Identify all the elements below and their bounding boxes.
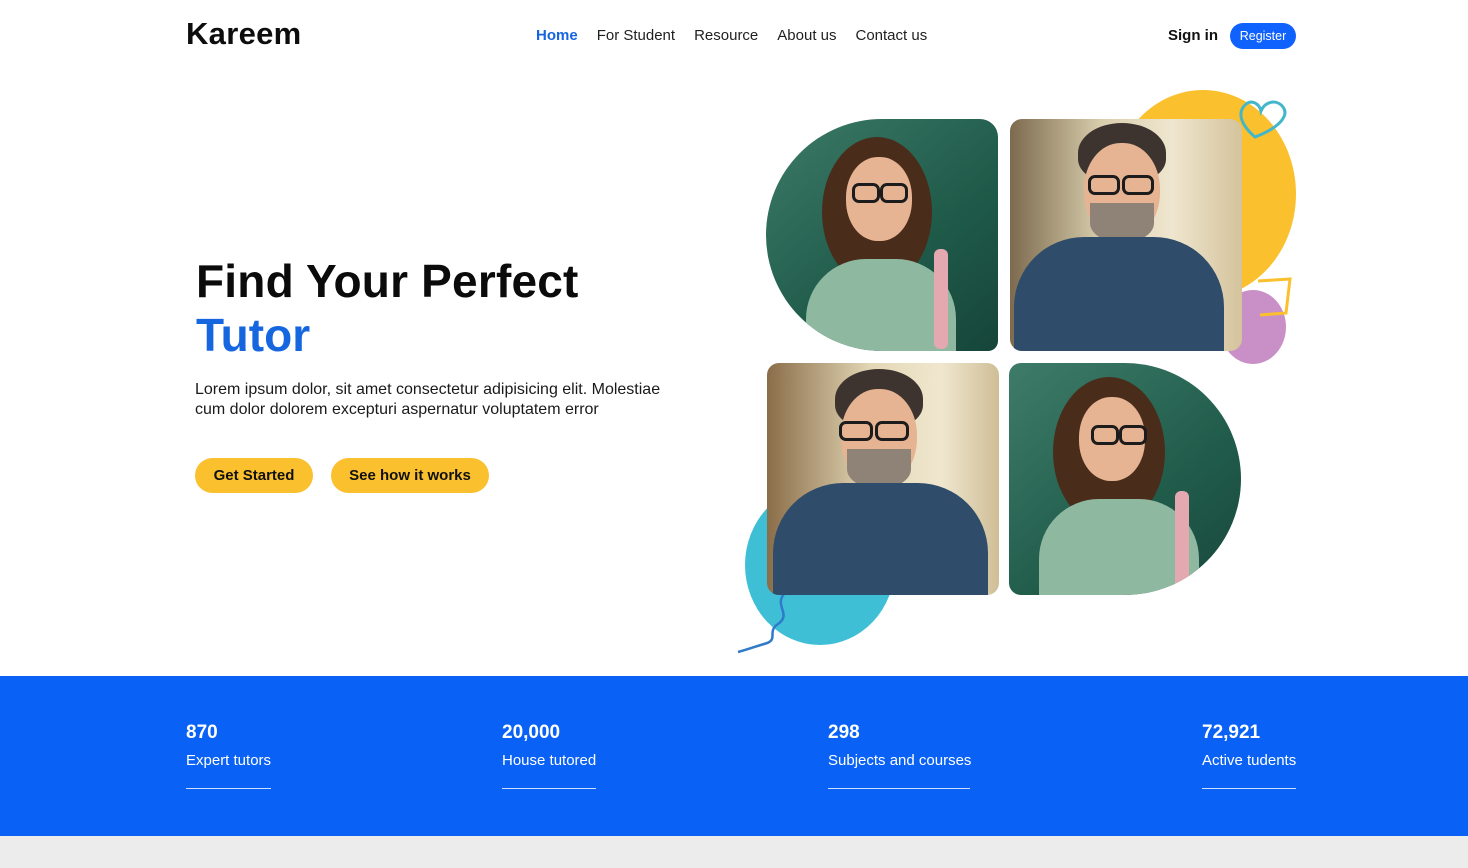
stat-value: 72,921 [1202,722,1261,743]
hero-title-line2: Tutor [196,309,311,361]
nav-home[interactable]: Home [536,26,578,46]
stat-label: Subjects and courses [828,752,972,769]
stats-band: 870 Expert tutors 20,000 House tutored 2… [0,676,1468,836]
stat-underline [186,788,271,789]
nav-resource[interactable]: Resource [694,26,758,46]
tutor-photo-woman-2 [1009,363,1241,595]
stat-underline [502,788,596,789]
nav-about-us[interactable]: About us [777,26,836,46]
see-how-it-works-button[interactable]: See how it works [331,458,489,493]
heart-doodle-icon [1239,100,1287,139]
stat-value: 870 [186,722,218,743]
register-button[interactable]: Register [1230,23,1296,49]
brand-logo[interactable]: Kareem [186,16,302,52]
hero-description: Lorem ipsum dolor, sit amet consectetur … [195,381,661,418]
stat-value: 298 [828,722,860,743]
stat-underline [828,788,970,789]
squiggle-doodle-icon [737,593,786,654]
stat-label: Expert tutors [186,752,272,769]
tutor-photo-man-2 [767,363,999,595]
stat-underline [1202,788,1296,789]
nav-for-student[interactable]: For Student [597,26,675,46]
tutor-photo-man-1 [1010,119,1242,351]
stat-label: House tutored [502,752,597,769]
tutor-photo-collage [730,85,1310,665]
sign-in-link[interactable]: Sign in [1168,26,1218,46]
get-started-button[interactable]: Get Started [195,458,313,493]
stat-label: Active tudents [1202,752,1297,769]
hero-title-line1: Find Your Perfect [196,255,579,307]
landing-page: Kareem Home For Student Resource About u… [0,0,1468,868]
tutor-photo-woman-1 [766,119,998,351]
square-doodle-icon [1257,277,1292,317]
nav-contact-us[interactable]: Contact us [856,26,928,46]
main-nav: Home For Student Resource About us Conta… [536,26,946,46]
stat-value: 20,000 [502,722,561,743]
